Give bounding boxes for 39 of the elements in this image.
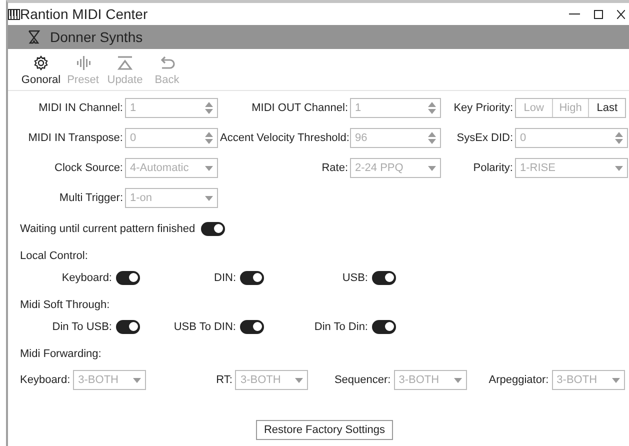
device-name: Donner Synths <box>50 29 143 45</box>
toggle-label: Keyboard: <box>60 272 112 284</box>
field-label: Key Priority: <box>452 102 513 114</box>
field-label: MIDI IN Transpose: <box>27 132 123 144</box>
toggle-label: Din To Din: <box>313 321 368 333</box>
toggle-label: Din To USB: <box>51 321 112 333</box>
close-icon[interactable] <box>617 10 625 18</box>
toggle-switch[interactable] <box>240 271 264 285</box>
field-label: Polarity: <box>472 162 513 174</box>
field-label: Accent Velocity Threshold: <box>220 132 348 144</box>
maximize-icon[interactable] <box>594 10 603 18</box>
field-label: Rate: <box>320 162 348 174</box>
field-label: RT: <box>216 374 232 386</box>
toggle-label: DIN: <box>213 272 236 284</box>
minimize-icon[interactable] <box>569 13 580 15</box>
toggle-switch[interactable] <box>116 320 140 334</box>
toolbar-button[interactable]: Gonoral <box>20 55 62 86</box>
window-title: Rantion MIDI Center <box>20 6 148 22</box>
toggle-switch[interactable] <box>372 271 396 285</box>
toggle-switch[interactable] <box>201 222 226 236</box>
toggle-switch[interactable] <box>372 320 396 334</box>
field-label: SysEx DID: <box>456 132 513 144</box>
field-label: Sequencer: <box>334 374 391 386</box>
toggle-label: Waiting until current pattern finished <box>20 223 196 235</box>
section-heading: Local Control: <box>20 250 89 262</box>
field-label: MIDI IN Channel: <box>38 102 123 114</box>
field-label: Multi Trigger: <box>58 192 123 204</box>
toggle-label: USB To DIN: <box>172 321 236 333</box>
settings-icon[interactable] <box>33 55 49 71</box>
restore-factory-settings-button[interactable]: Restore Factory Sottings <box>256 420 394 440</box>
section-heading: Midi Forwarding: <box>20 348 102 360</box>
field-label: Arpeggiator: <box>488 374 549 386</box>
field-label: Keyboard: <box>20 374 70 386</box>
field-label: Clock Source: <box>54 162 123 174</box>
toggle-label: USB: <box>341 272 368 284</box>
toggle-switch[interactable] <box>116 271 140 285</box>
toggle-switch[interactable] <box>240 320 264 334</box>
field-label: MIDI OUT Channel: <box>250 102 348 114</box>
section-heading: Midi Soft Through: <box>20 299 111 311</box>
